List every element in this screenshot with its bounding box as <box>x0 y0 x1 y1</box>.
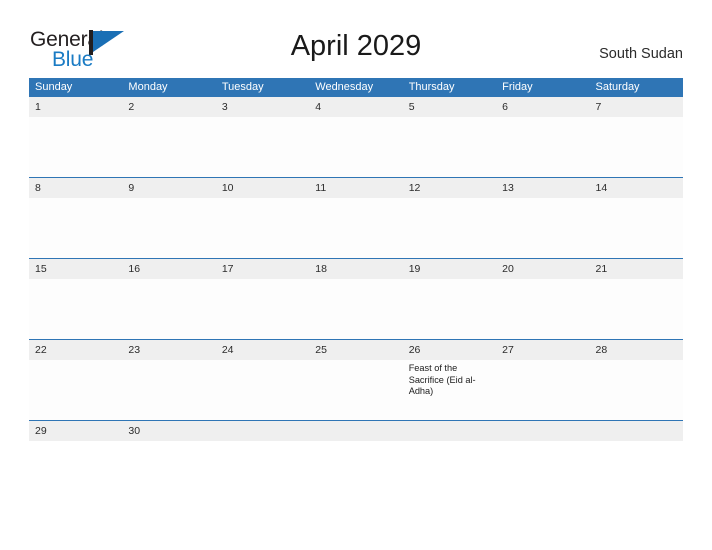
day-number: 4 <box>315 101 322 113</box>
day-cell-19[interactable]: 19 <box>403 259 496 339</box>
weekday-header-monday: Monday <box>128 81 168 93</box>
day-cell-17[interactable]: 17 <box>216 259 309 339</box>
day-number: 8 <box>35 182 41 194</box>
day-number: 25 <box>315 344 327 356</box>
day-number: 11 <box>315 182 327 194</box>
day-cell-7[interactable]: 7 <box>590 97 683 177</box>
day-cell-15[interactable]: 15 <box>29 259 122 339</box>
week-row: 8 9 10 11 12 13 14 <box>29 177 683 258</box>
day-number: 28 <box>595 344 608 356</box>
day-cell-10[interactable]: 10 <box>216 178 309 258</box>
day-number: 21 <box>595 263 608 275</box>
weekday-header-row: Sunday Monday Tuesday Wednesday Thursday Frid… <box>29 78 683 96</box>
day-cell-26[interactable]: 26 Feast of the Sacrifice (Eid al-Adha) <box>403 340 496 420</box>
day-cell-2[interactable]: 2 <box>122 97 215 177</box>
week-row: 15 16 17 18 19 20 21 <box>29 258 683 339</box>
day-cell-12[interactable]: 12 <box>403 178 496 258</box>
day-cell-28[interactable]: 28 <box>590 340 683 420</box>
day-cell-empty <box>309 421 402 441</box>
week-row: 22 23 24 25 26 Feast of the Sacrifice (Eid al… <box>29 339 683 420</box>
day-number <box>596 421 677 441</box>
holiday-event: Feast of the Sacrifice (Eid al-Adha) <box>408 363 476 397</box>
day-cell-20[interactable]: 20 <box>496 259 589 339</box>
day-cell-30[interactable]: 30 <box>122 421 215 441</box>
day-cell-empty <box>496 421 589 441</box>
calendar-grid: Sunday Monday Tuesday Wednesday Thursday Frid… <box>29 78 683 441</box>
page-header: General Blue April 2029 South Sudan <box>0 0 712 78</box>
day-number: 13 <box>502 182 514 194</box>
day-number <box>315 421 396 441</box>
week-cells: 1 2 3 4 5 6 7 <box>29 97 683 177</box>
day-number: 23 <box>128 344 141 356</box>
week-cells: 15 16 17 18 19 20 21 <box>29 259 683 339</box>
day-number: 15 <box>35 263 47 275</box>
day-number: 18 <box>315 263 327 275</box>
day-number: 7 <box>595 101 602 113</box>
day-cell-13[interactable]: 13 <box>496 178 589 258</box>
day-cell-18[interactable]: 18 <box>309 259 402 339</box>
day-number: 3 <box>221 101 228 113</box>
day-number: 30 <box>128 425 141 437</box>
day-number: 19 <box>408 263 421 275</box>
weekday-header-friday: Friday <box>502 81 533 93</box>
region-label: South Sudan <box>599 46 683 62</box>
day-cell-11[interactable]: 11 <box>309 178 402 258</box>
day-number: 16 <box>128 263 141 275</box>
calendar-weeks: 1 2 3 4 5 6 7 8 9 10 11 12 13 14 15 16 17 18 19 20 21 22 23 24 2… <box>29 96 683 441</box>
day-number: 22 <box>35 344 47 356</box>
day-number: 17 <box>221 263 234 275</box>
day-number: 6 <box>502 101 508 113</box>
day-number: 2 <box>128 101 135 113</box>
day-number <box>502 421 583 441</box>
day-cell-1[interactable]: 1 <box>29 97 122 177</box>
day-number: 10 <box>221 182 234 194</box>
day-cell-6[interactable]: 6 <box>496 97 589 177</box>
calendar-page: General Blue April 2029 South Sudan Sund… <box>0 0 712 550</box>
day-cell-5[interactable]: 5 <box>403 97 496 177</box>
day-cell-16[interactable]: 16 <box>122 259 215 339</box>
weekday-header-wednesday: Wednesday <box>315 81 374 93</box>
weekday-header-saturday: Saturday <box>595 81 640 93</box>
day-cell-24[interactable]: 24 <box>216 340 309 420</box>
day-number <box>409 421 490 441</box>
day-number: 1 <box>35 101 41 113</box>
day-cell-empty <box>590 421 683 441</box>
day-number: 20 <box>502 263 514 275</box>
day-cell-23[interactable]: 23 <box>122 340 215 420</box>
day-events: Feast of the Sacrifice (Eid al-Adha) <box>409 360 490 398</box>
day-number: 9 <box>128 182 135 194</box>
day-cell-4[interactable]: 4 <box>309 97 402 177</box>
week-row: 1 2 3 4 5 6 7 <box>29 96 683 177</box>
week-cells: 29 30 <box>29 421 683 441</box>
day-number: 26 <box>408 344 421 356</box>
day-number: 14 <box>595 182 608 194</box>
day-cell-25[interactable]: 25 <box>309 340 402 420</box>
day-number: 5 <box>408 101 415 113</box>
day-cell-29[interactable]: 29 <box>29 421 122 441</box>
day-cell-empty <box>403 421 496 441</box>
day-number: 29 <box>35 425 47 437</box>
day-number <box>222 421 303 441</box>
week-row: 29 30 <box>29 420 683 441</box>
day-number: 24 <box>221 344 234 356</box>
day-cell-14[interactable]: 14 <box>590 178 683 258</box>
weekday-header-sunday: Sunday <box>35 81 73 93</box>
day-number: 12 <box>408 182 421 194</box>
day-cell-27[interactable]: 27 <box>496 340 589 420</box>
day-cell-9[interactable]: 9 <box>122 178 215 258</box>
weekday-header-thursday: Thursday <box>408 81 455 93</box>
day-cell-22[interactable]: 22 <box>29 340 122 420</box>
weekday-header-tuesday: Tuesday <box>221 81 264 93</box>
day-cell-empty <box>216 421 309 441</box>
week-cells: 8 9 10 11 12 13 14 <box>29 178 683 258</box>
day-number: 27 <box>502 344 514 356</box>
day-cell-3[interactable]: 3 <box>216 97 309 177</box>
day-cell-8[interactable]: 8 <box>29 178 122 258</box>
day-cell-21[interactable]: 21 <box>590 259 683 339</box>
week-cells: 22 23 24 25 26 Feast of the Sacrifice (Eid al… <box>29 340 683 420</box>
